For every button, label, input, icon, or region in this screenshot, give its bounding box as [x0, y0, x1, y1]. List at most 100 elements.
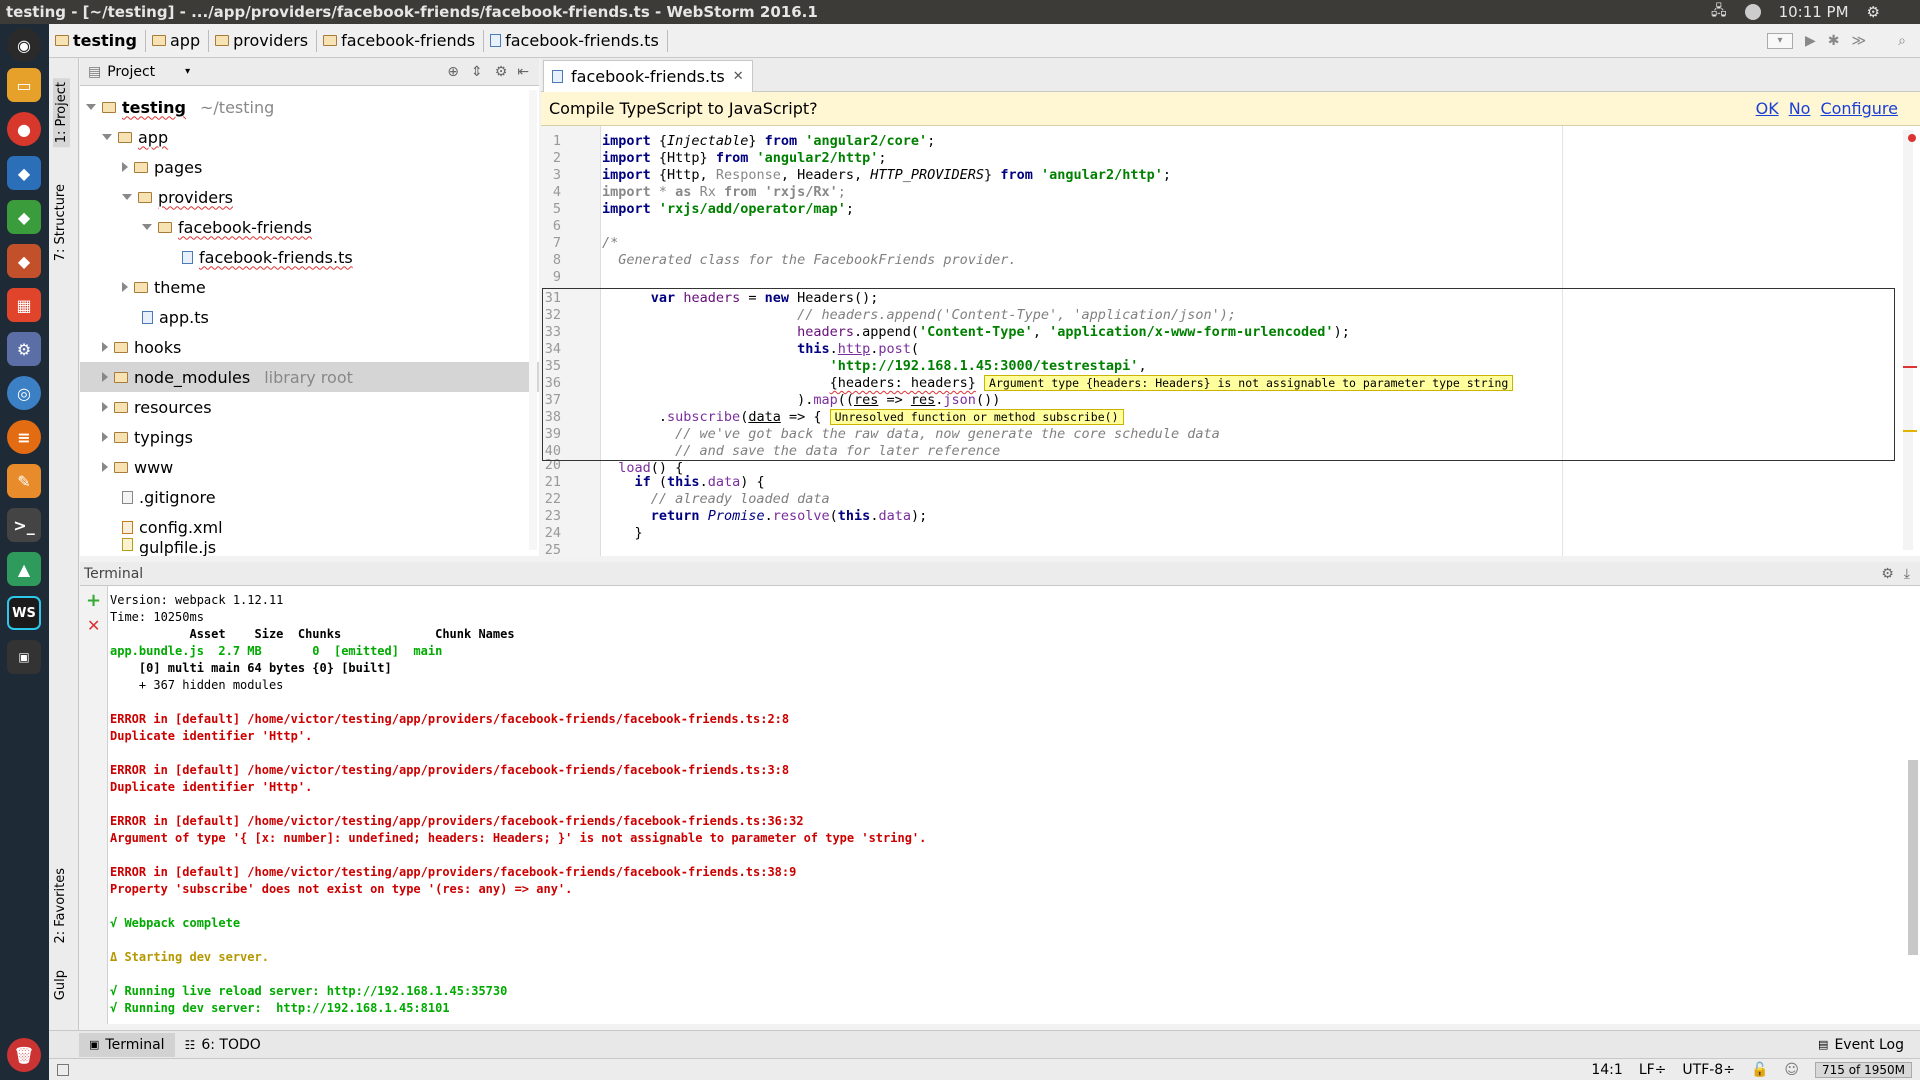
network-icon[interactable]: 🖧: [1711, 0, 1727, 24]
tree-item-www[interactable]: www: [102, 452, 173, 482]
tree-item-providers[interactable]: providers: [122, 182, 233, 212]
scroll-from-source-icon[interactable]: ⊕: [447, 64, 471, 80]
project-view-selector[interactable]: Project: [107, 64, 155, 80]
tree-item-facebook-friends[interactable]: facebook-friends: [142, 212, 312, 242]
collapse-arrow-icon[interactable]: [102, 134, 112, 140]
app-orange-icon[interactable]: ◆: [7, 244, 41, 278]
tree-item-theme[interactable]: theme: [122, 272, 206, 302]
terminal-header: Terminal ⚙ ⤓: [80, 562, 1920, 586]
webstorm-icon[interactable]: WS: [7, 596, 41, 630]
chevron-down-icon[interactable]: ▾: [185, 66, 190, 77]
line-number: 5: [552, 201, 561, 217]
favorites-tool-tab[interactable]: 2: Favorites: [53, 868, 68, 944]
tree-item-resources[interactable]: resources: [102, 392, 212, 422]
new-session-icon[interactable]: +: [86, 590, 101, 611]
terminal-tool-tab[interactable]: ▣ Terminal: [79, 1032, 175, 1057]
code-line: Generated class for the FacebookFriends …: [602, 252, 1017, 268]
run-icon[interactable]: ▶: [1805, 33, 1816, 49]
expand-arrow-icon[interactable]: [122, 162, 128, 172]
run-config-dropdown[interactable]: ▾: [1766, 32, 1793, 49]
collapse-all-icon[interactable]: ⇕: [471, 64, 495, 80]
expand-arrow-icon[interactable]: [102, 342, 108, 352]
terminal-scrollbar[interactable]: [1908, 760, 1918, 955]
collapse-arrow-icon[interactable]: [86, 104, 96, 110]
no-link[interactable]: No: [1789, 99, 1811, 118]
apps-grid-icon[interactable]: ▦: [7, 288, 41, 322]
expand-arrow-icon[interactable]: [102, 402, 108, 412]
hide-panel-icon[interactable]: ⤓: [1904, 566, 1920, 582]
close-session-icon[interactable]: ✕: [87, 616, 100, 635]
project-tool-tab[interactable]: 1: Project: [53, 78, 70, 148]
editor-scrollbar[interactable]: [1903, 130, 1913, 550]
coverage-icon[interactable]: ≫: [1852, 33, 1867, 49]
user-icon[interactable]: [1744, 4, 1761, 20]
line-separator[interactable]: LF÷: [1639, 1062, 1667, 1078]
gear-icon[interactable]: ⚙: [495, 64, 518, 80]
tree-item-app-ts[interactable]: app.ts: [142, 302, 209, 332]
breadcrumb-testing[interactable]: testing: [49, 29, 146, 52]
breadcrumb-facebook-friends[interactable]: facebook-friends: [317, 29, 485, 52]
tree-item-pages[interactable]: pages: [122, 152, 202, 182]
editor-icon[interactable]: ✎: [7, 464, 41, 498]
todo-tool-tab[interactable]: ☷ 6: TODO: [175, 1033, 271, 1057]
settings-icon[interactable]: ⚙: [1867, 3, 1880, 21]
files-icon[interactable]: ▭: [7, 68, 41, 102]
chrome-icon[interactable]: ●: [7, 112, 41, 146]
screen-icon[interactable]: ▣: [7, 640, 41, 674]
expand-arrow-icon[interactable]: [102, 432, 108, 442]
line-number: 6: [552, 218, 561, 234]
tree-item-typings[interactable]: typings: [102, 422, 193, 452]
expand-arrow-icon[interactable]: [102, 462, 108, 472]
breadcrumb-providers[interactable]: providers: [209, 29, 318, 52]
debug-icon[interactable]: ✱: [1828, 33, 1840, 49]
memory-indicator[interactable]: 715 of 1950M: [1815, 1061, 1912, 1078]
tree-item-hooks[interactable]: hooks: [102, 332, 181, 362]
browser-icon[interactable]: ◎: [7, 376, 41, 410]
gulp-tool-tab[interactable]: Gulp: [53, 970, 68, 1000]
app-stripes-icon[interactable]: ≡: [7, 420, 41, 454]
code-line: /*: [602, 235, 619, 251]
error-indicator-icon[interactable]: [1908, 134, 1916, 142]
expand-arrow-icon[interactable]: [102, 372, 108, 382]
collapse-arrow-icon[interactable]: [122, 194, 132, 200]
collapse-arrow-icon[interactable]: [142, 224, 152, 230]
hide-panel-icon[interactable]: ⇤: [517, 64, 539, 80]
error-stripe-marker[interactable]: [1903, 366, 1917, 368]
event-log-tool-tab[interactable]: ▤ Event Log: [1802, 1033, 1920, 1057]
tree-item-testing[interactable]: testing ~/testing: [86, 92, 274, 122]
dash-icon[interactable]: ◉: [7, 28, 41, 62]
expand-arrow-icon[interactable]: [122, 282, 128, 292]
image-viewer-icon[interactable]: ▲: [7, 552, 41, 586]
code-line: .subscribe(data => { Unresolved function…: [602, 409, 1124, 425]
gear-icon[interactable]: ⚙: [1881, 566, 1904, 582]
line-number: 9: [552, 269, 561, 285]
configure-link[interactable]: Configure: [1820, 99, 1898, 118]
search-everywhere-icon[interactable]: ⌕: [1878, 33, 1906, 49]
structure-tool-tab[interactable]: 7: Structure: [53, 184, 68, 261]
terminal-launcher-icon[interactable]: >_: [7, 508, 41, 542]
close-icon[interactable]: ✕: [733, 69, 744, 84]
code-line: return Promise.resolve(this.data);: [650, 508, 928, 524]
launcher: ◉ ▭ ● ◆ ◆ ◆ ▦ ⚙ ◎ ≡ ✎ >_ ▲ WS ▣ 🗑: [0, 24, 49, 1080]
breadcrumb-file[interactable]: facebook-friends.ts: [484, 29, 668, 52]
breadcrumb-app[interactable]: app: [146, 29, 210, 52]
tree-item-node-modules[interactable]: node_modules library root: [80, 362, 539, 392]
system-settings-icon[interactable]: ⚙: [7, 332, 41, 366]
lock-icon[interactable]: 🔓: [1751, 1062, 1768, 1078]
editor-tab-facebook-friends-ts[interactable]: facebook-friends.ts ✕: [543, 60, 753, 92]
app-blue-icon[interactable]: ◆: [7, 156, 41, 190]
caret-position[interactable]: 14:1: [1591, 1062, 1622, 1078]
panel-toggle-icon[interactable]: [57, 1063, 69, 1076]
inspection-icon[interactable]: ☺: [1784, 1062, 1799, 1078]
project-scrollbar[interactable]: [529, 90, 537, 550]
tree-item-app[interactable]: app: [102, 122, 168, 152]
app-green-icon[interactable]: ◆: [7, 200, 41, 234]
tree-item-facebook-friends-ts[interactable]: facebook-friends.ts: [182, 242, 353, 272]
clock[interactable]: 10:11 PM: [1779, 3, 1849, 21]
tree-item-gitignore[interactable]: .gitignore: [122, 482, 216, 512]
ok-link[interactable]: OK: [1756, 99, 1779, 118]
tree-item-gulpfile[interactable]: gulpfile.js: [122, 538, 216, 556]
trash-icon[interactable]: 🗑: [7, 1038, 41, 1072]
file-encoding[interactable]: UTF-8÷: [1682, 1062, 1735, 1078]
warning-stripe-marker[interactable]: [1903, 430, 1917, 432]
